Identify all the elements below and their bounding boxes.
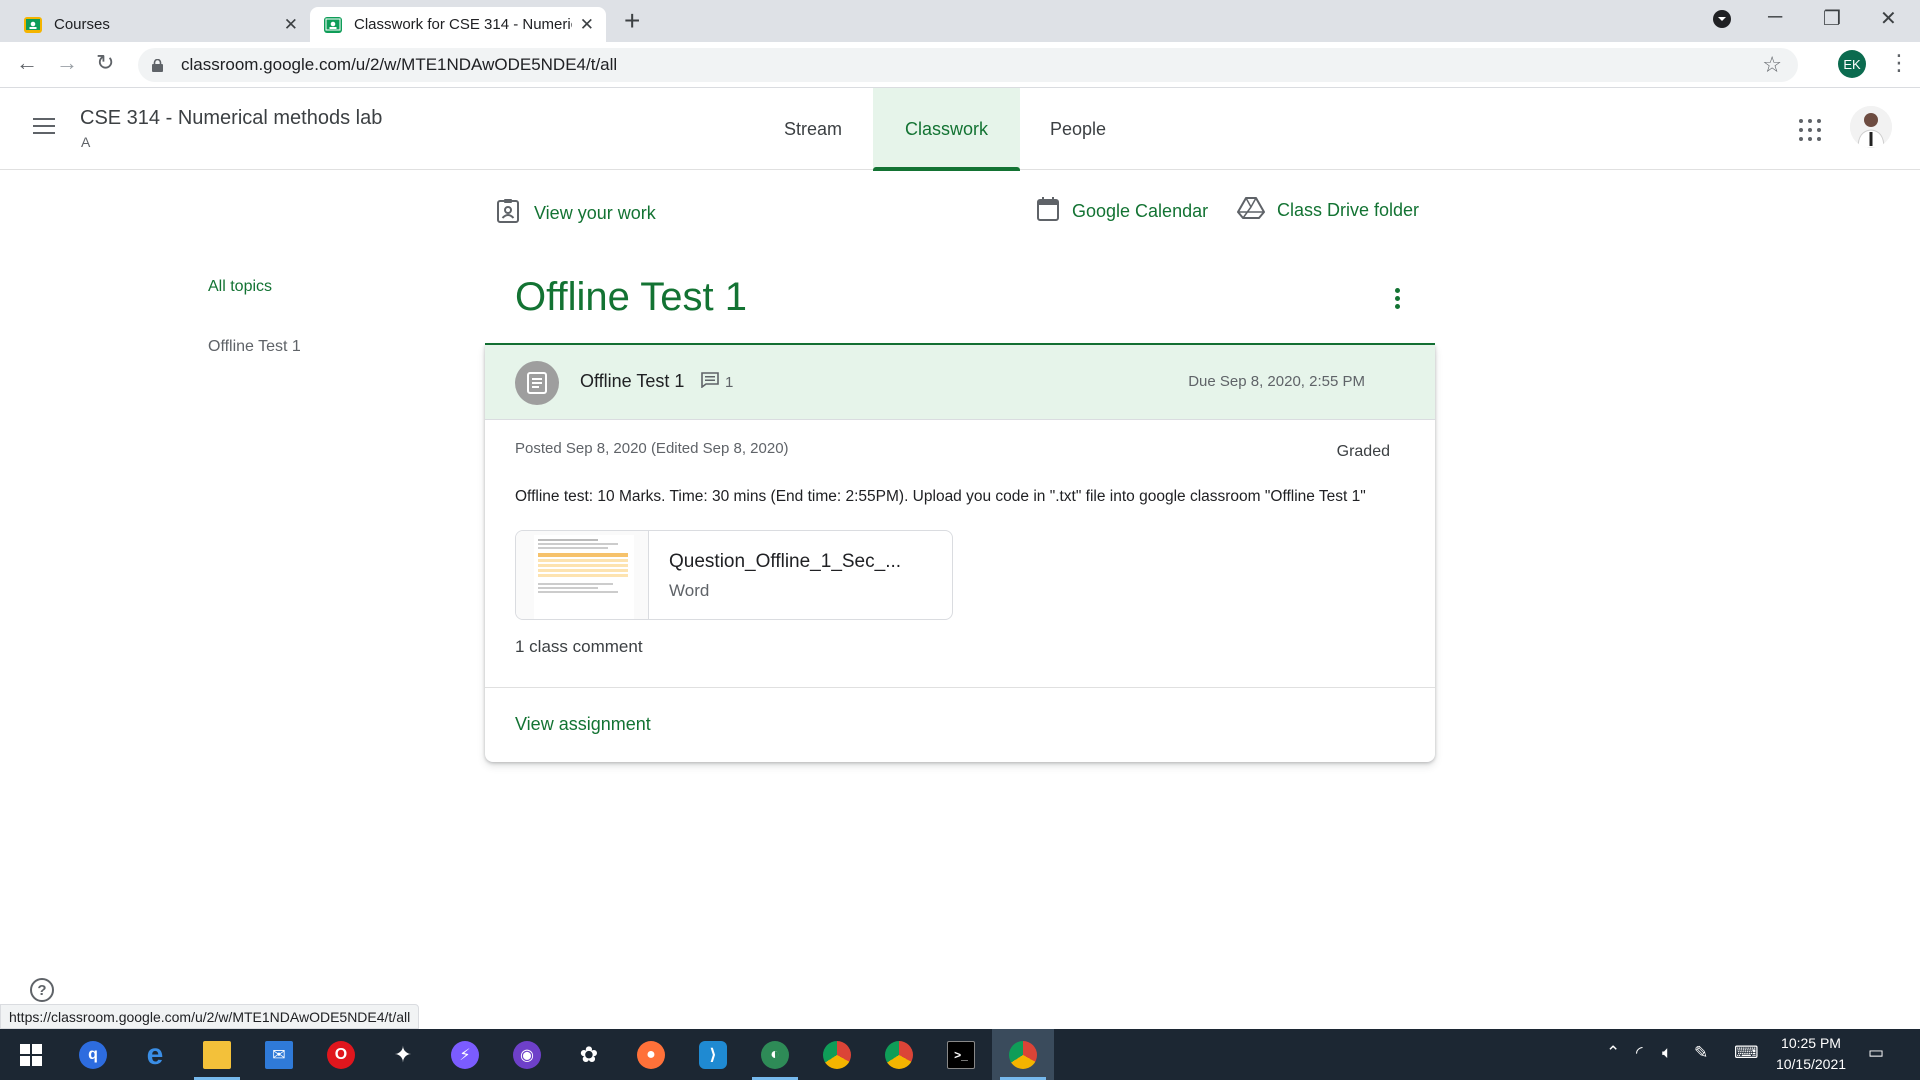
taskbar-qb-icon[interactable]: q — [62, 1029, 124, 1080]
browser-menu-icon[interactable]: ⋮ — [1888, 50, 1910, 76]
topic-nav-item[interactable]: Offline Test 1 — [208, 338, 301, 356]
taskbar-edge-icon[interactable]: e — [124, 1029, 186, 1080]
comment-count-value: 1 — [725, 373, 734, 391]
graded-status: Graded — [1336, 443, 1390, 460]
topic-more-options-icon[interactable] — [1395, 288, 1401, 312]
close-tab-icon[interactable]: ✕ — [284, 15, 298, 35]
taskbar-mail-icon[interactable]: ✉ — [248, 1029, 310, 1080]
assignment-instructions: Offline test: 10 Marks. Time: 30 mins (E… — [515, 488, 1366, 505]
new-tab-plus-icon[interactable]: + — [624, 6, 640, 36]
class-title[interactable]: CSE 314 - Numerical methods lab — [80, 107, 382, 130]
close-window-icon[interactable]: ✕ — [1880, 6, 1897, 31]
taskbar-chrome-icon[interactable] — [868, 1029, 930, 1080]
class-section: A — [81, 134, 91, 150]
clipboard-person-icon — [496, 198, 520, 229]
taskbar-opera-icon[interactable]: O — [310, 1029, 372, 1080]
taskbar-file-explorer-icon[interactable] — [186, 1029, 248, 1080]
comment-count: 1 — [701, 372, 733, 392]
tray-volume-icon[interactable]: 🔈︎ — [1662, 1043, 1672, 1063]
calendar-icon — [1036, 196, 1060, 227]
reload-icon[interactable]: ↻ — [96, 50, 114, 76]
classroom-favicon-icon — [324, 16, 342, 33]
back-arrow-icon[interactable]: ← — [16, 50, 38, 76]
tray-keyboard-icon[interactable]: ⌨ — [1734, 1043, 1759, 1063]
taskbar-paint-icon[interactable]: ✿ — [558, 1029, 620, 1080]
tab-title: Courses — [54, 16, 110, 33]
view-your-work-label: View your work — [534, 203, 656, 223]
restore-icon[interactable]: ❐ — [1823, 6, 1841, 31]
tray-pen-icon[interactable]: ✎ — [1694, 1043, 1708, 1063]
windows-taskbar: q e ✉ O ✦ ⚡ ◉ ✿ ● ⟩ ◐ >_ ⌃ ◜ 🔈︎ ✎ ⌨ 10:2… — [0, 1029, 1920, 1080]
taskbar-chrome-icon[interactable] — [806, 1029, 868, 1080]
browser-tab-courses[interactable]: Courses ✕ — [10, 7, 310, 42]
start-button[interactable] — [0, 1029, 62, 1080]
tab-title: Classwork for CSE 314 - Numeric — [354, 16, 572, 33]
view-your-work-link[interactable]: View your work — [496, 198, 656, 229]
assignment-card-header[interactable]: Offline Test 1 1 Due Sep 8, 2020, 2:55 P… — [485, 345, 1435, 420]
taskbar-terminal-icon[interactable]: >_ — [930, 1029, 992, 1080]
google-calendar-label: Google Calendar — [1072, 201, 1209, 221]
tray-chevron-up-icon[interactable]: ⌃ — [1606, 1043, 1620, 1063]
tab-stream[interactable]: Stream — [758, 88, 868, 170]
posted-date: Posted Sep 8, 2020 (Edited Sep 8, 2020) — [515, 440, 789, 457]
action-center-icon[interactable]: ▭ — [1868, 1043, 1884, 1063]
tab-classwork[interactable]: Classwork — [873, 88, 1020, 171]
assignment-card: Offline Test 1 1 Due Sep 8, 2020, 2:55 P… — [485, 345, 1435, 762]
browser-tab-strip: Courses ✕ Classwork for CSE 314 - Numeri… — [0, 0, 1920, 42]
view-assignment-link[interactable]: View assignment — [515, 714, 651, 735]
document-thumbnail — [516, 531, 649, 619]
lock-icon — [152, 58, 163, 72]
taskbar-clock-time[interactable]: 10:25 PM — [1778, 1035, 1844, 1051]
card-divider — [485, 687, 1435, 688]
google-apps-icon[interactable] — [1799, 119, 1821, 141]
class-drive-folder-link[interactable]: Class Drive folder — [1237, 196, 1419, 225]
taskbar-chrome-profile-icon[interactable] — [992, 1029, 1054, 1080]
tab-people[interactable]: People — [1025, 88, 1131, 170]
browser-toolbar: ← → ↻ classroom.google.com/u/2/w/MTE1NDA… — [0, 42, 1920, 88]
forward-arrow-icon[interactable]: → — [56, 50, 78, 76]
close-tab-icon[interactable]: ✕ — [580, 15, 594, 35]
attachment-name: Question_Offline_1_Sec_... — [669, 551, 902, 572]
assignment-title[interactable]: Offline Test 1 — [580, 371, 684, 392]
topic-heading: Offline Test 1 — [515, 275, 747, 319]
browser-profile-avatar[interactable]: EK — [1838, 50, 1866, 78]
class-drive-folder-label: Class Drive folder — [1277, 200, 1420, 220]
taskbar-firefox-icon[interactable]: ● — [620, 1029, 682, 1080]
taskbar-satellite-icon[interactable]: ✦ — [372, 1029, 434, 1080]
taskbar-vscode-icon[interactable]: ⟩ — [682, 1029, 744, 1080]
taskbar-app-icon[interactable]: ◐ — [744, 1029, 806, 1080]
help-icon[interactable]: ? — [30, 978, 54, 1002]
status-bar-url: https://classroom.google.com/u/2/w/MTE1N… — [0, 1004, 420, 1029]
address-bar[interactable]: classroom.google.com/u/2/w/MTE1NDAwODE5N… — [138, 48, 1798, 82]
taskbar-clock-date[interactable]: 10/15/2021 — [1772, 1056, 1850, 1072]
attachment-card[interactable]: Question_Offline_1_Sec_... Word — [515, 530, 953, 620]
topic-nav-all-topics[interactable]: All topics — [208, 278, 272, 296]
classroom-header: CSE 314 - Numerical methods lab A Stream… — [0, 88, 1920, 171]
minimize-icon[interactable]: ─ — [1768, 6, 1782, 29]
tab-search-icon[interactable] — [1712, 9, 1732, 35]
taskbar-messenger-icon[interactable]: ⚡ — [434, 1029, 496, 1080]
taskbar-github-icon[interactable]: ◉ — [496, 1029, 558, 1080]
windows-logo-icon — [20, 1043, 42, 1066]
class-comments-link[interactable]: 1 class comment — [515, 637, 643, 657]
bookmark-star-icon[interactable]: ☆ — [1762, 52, 1782, 78]
google-calendar-link[interactable]: Google Calendar — [1036, 196, 1208, 227]
tray-network-icon[interactable]: ◜ — [1636, 1043, 1643, 1063]
due-date: Due Sep 8, 2020, 2:55 PM — [1188, 373, 1365, 390]
main-menu-icon[interactable] — [33, 118, 55, 139]
comment-icon — [701, 372, 719, 392]
url-text: classroom.google.com/u/2/w/MTE1NDAwODE5N… — [181, 55, 618, 74]
browser-tab-classwork[interactable]: Classwork for CSE 314 - Numeric ✕ — [310, 7, 606, 42]
assignment-icon — [515, 361, 559, 405]
account-avatar[interactable] — [1850, 106, 1892, 148]
attachment-type: Word — [669, 581, 710, 600]
drive-icon — [1237, 196, 1265, 225]
classroom-favicon-icon — [24, 16, 42, 33]
